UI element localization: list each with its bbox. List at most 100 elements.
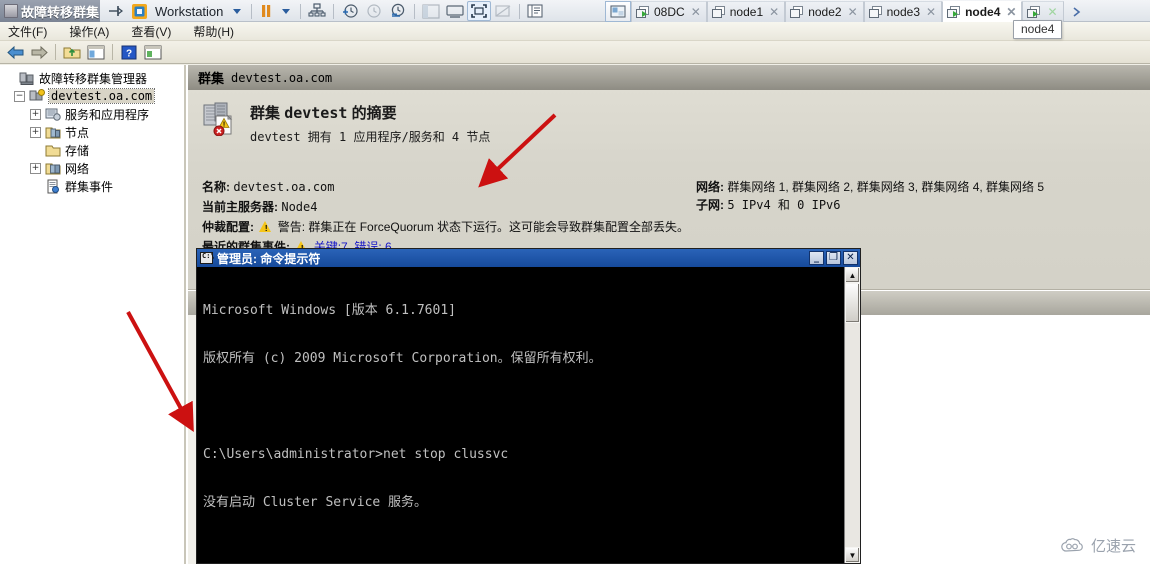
summary-subheading: devtest 拥有 1 应用程序/服务和 4 节点 <box>250 130 491 144</box>
window-controls: _ ❐ ✕ <box>809 251 858 265</box>
tree-item-failover-cluster-manager[interactable]: 故障转移群集管理器 <box>0 69 184 87</box>
field-host-value: Node4 <box>281 200 318 214</box>
pane-header-title: 群集 <box>198 71 225 86</box>
workstation-logo-icon[interactable] <box>128 1 151 21</box>
vmware-toolbar: 故障转移群集 Workstation 08DC ✕ node1 ✕ node2 … <box>0 0 1150 22</box>
console-line: 版权所有 (c) 2009 Microsoft Corporation。保留所有… <box>203 351 602 366</box>
tab-home[interactable] <box>605 1 631 22</box>
vmware-window-title: 故障转移群集 <box>0 0 100 22</box>
field-quorum-value: 警告: 群集正在 ForceQuorum 状态下运行。这可能会导致群集配置全部丢… <box>277 220 690 234</box>
pause-icon[interactable] <box>256 1 276 21</box>
command-prompt-window[interactable]: 管理员: 命令提示符 _ ❐ ✕ Microsoft Windows [版本 6… <box>196 248 861 564</box>
console-line: 没有启动 Cluster Service 服务。 <box>203 495 428 510</box>
sidebar-icon <box>419 1 443 21</box>
menu-file[interactable]: 文件(F) <box>8 23 47 40</box>
menu-action[interactable]: 操作(A) <box>69 23 109 40</box>
power-options-chevron-icon[interactable] <box>276 1 296 21</box>
tree-item-networks[interactable]: + 网络 <box>0 159 184 177</box>
help-icon[interactable]: ? <box>118 42 140 62</box>
show-hide-tree-icon[interactable] <box>85 42 107 62</box>
menu-bar: 文件(F) 操作(A) 查看(V) 帮助(H) <box>0 22 1150 41</box>
tree-item-devtest[interactable]: − devtest.oa.com <box>0 87 184 105</box>
tree-label: 群集事件 <box>65 179 114 194</box>
close-icon[interactable]: ✕ <box>926 5 936 19</box>
fullscreen-icon[interactable] <box>467 1 492 21</box>
scroll-thumb[interactable] <box>845 283 860 323</box>
expand-toggle[interactable]: + <box>30 126 41 138</box>
close-icon[interactable]: ✕ <box>1047 5 1057 19</box>
scroll-track[interactable] <box>845 323 860 547</box>
close-button[interactable]: ✕ <box>843 251 858 265</box>
close-icon[interactable]: ✕ <box>1006 5 1016 19</box>
vmware-app-name: Workstation <box>155 3 224 19</box>
summary-heading-suffix: 的摘要 <box>351 105 397 122</box>
library-icon[interactable] <box>524 1 546 21</box>
field-subnets-row: 子网: 5 IPv4 和 0 IPv6 <box>696 196 1044 214</box>
scroll-down-icon[interactable]: ▼ <box>845 547 860 563</box>
tree-item-storage[interactable]: 存储 <box>0 141 184 159</box>
network-icon <box>45 161 61 176</box>
warning-icon: ! <box>259 221 272 233</box>
command-prompt-titlebar[interactable]: 管理员: 命令提示符 _ ❐ ✕ <box>197 249 860 267</box>
up-folder-icon[interactable] <box>61 42 83 62</box>
tab-label: node4 <box>965 5 1001 19</box>
console-output[interactable]: Microsoft Windows [版本 6.1.7601] 版权所有 (c)… <box>197 267 844 563</box>
pin-icon[interactable] <box>104 1 128 21</box>
field-name-value: devtest.oa.com <box>233 180 335 194</box>
show-action-pane-icon[interactable] <box>142 42 164 62</box>
vmware-vm-tabs: 08DC ✕ node1 ✕ node2 ✕ node3 ✕ node4 ✕ ✕ <box>605 0 1086 22</box>
watermark-text: 亿速云 <box>1090 538 1136 555</box>
expand-toggle[interactable]: + <box>30 108 41 120</box>
tree-label: 节点 <box>65 125 90 140</box>
tab-node3[interactable]: node3 ✕ <box>863 1 943 22</box>
tab-new[interactable]: ✕ <box>1022 1 1064 22</box>
tabs-scroll-right-icon[interactable] <box>1066 2 1086 22</box>
tab-08dc[interactable]: 08DC ✕ <box>631 1 707 22</box>
toolbar-divider <box>519 3 521 19</box>
expand-toggle[interactable]: + <box>30 162 41 174</box>
storage-icon <box>45 143 61 158</box>
close-icon[interactable]: ✕ <box>769 5 779 19</box>
toolbar-divider <box>300 3 302 19</box>
collapse-toggle[interactable]: − <box>14 90 25 102</box>
svg-text:?: ? <box>126 48 132 59</box>
tab-node4[interactable]: node4 ✕ <box>942 1 1023 22</box>
tree-item-services-and-applications[interactable]: + 服务和应用程序 <box>0 105 184 123</box>
console-view-icon[interactable] <box>443 1 467 21</box>
tree-item-nodes[interactable]: + 节点 <box>0 123 184 141</box>
field-networks-value: 群集网络 1, 群集网络 2, 群集网络 3, 群集网络 4, 群集网络 5 <box>727 180 1045 194</box>
scroll-up-icon[interactable]: ▲ <box>845 267 860 283</box>
field-networks-row: 网络: 群集网络 1, 群集网络 2, 群集网络 3, 群集网络 4, 群集网络… <box>696 178 1044 196</box>
nodes-icon <box>45 125 61 140</box>
tree-label: 存储 <box>65 143 90 158</box>
menu-help[interactable]: 帮助(H) <box>193 23 234 40</box>
forward-arrow-icon[interactable] <box>28 42 50 62</box>
toolbar-divider <box>251 3 253 19</box>
network-adapter-icon[interactable] <box>305 1 329 21</box>
back-arrow-icon[interactable] <box>4 42 26 62</box>
field-quorum-row: 仲裁配置: ! 警告: 群集正在 ForceQuorum 状态下运行。这可能会导… <box>202 218 689 236</box>
menu-view[interactable]: 查看(V) <box>131 23 171 40</box>
vm-tab-icon <box>790 5 804 19</box>
close-icon[interactable]: ✕ <box>848 5 858 19</box>
snapshot-take-icon[interactable] <box>338 1 362 21</box>
mmc-window-icon <box>4 4 18 18</box>
maximize-button[interactable]: ❐ <box>826 251 841 265</box>
minimize-button[interactable]: _ <box>809 251 824 265</box>
summary-fields: 名称: devtest.oa.com 当前主服务器: Node4 仲裁配置: !… <box>202 178 689 258</box>
close-icon[interactable]: ✕ <box>691 5 701 19</box>
navigation-tree[interactable]: 故障转移群集管理器 − devtest.oa.com + 服务和应用程序 + 节… <box>0 65 186 564</box>
vm-tab-icon <box>636 5 650 19</box>
snapshot-manager-icon[interactable] <box>386 1 410 21</box>
tab-node2[interactable]: node2 ✕ <box>785 1 864 22</box>
field-networks-label: 网络: <box>696 180 724 194</box>
console-scrollbar[interactable]: ▲ ▼ <box>844 267 860 563</box>
chevron-down-icon[interactable] <box>227 1 247 21</box>
tab-node1[interactable]: node1 ✕ <box>706 1 786 22</box>
tree-item-cluster-events[interactable]: 群集事件 <box>0 177 184 195</box>
tab-label: 08DC <box>654 5 685 19</box>
summary-heading-prefix: 群集 <box>250 105 281 122</box>
console-icon <box>200 252 215 264</box>
